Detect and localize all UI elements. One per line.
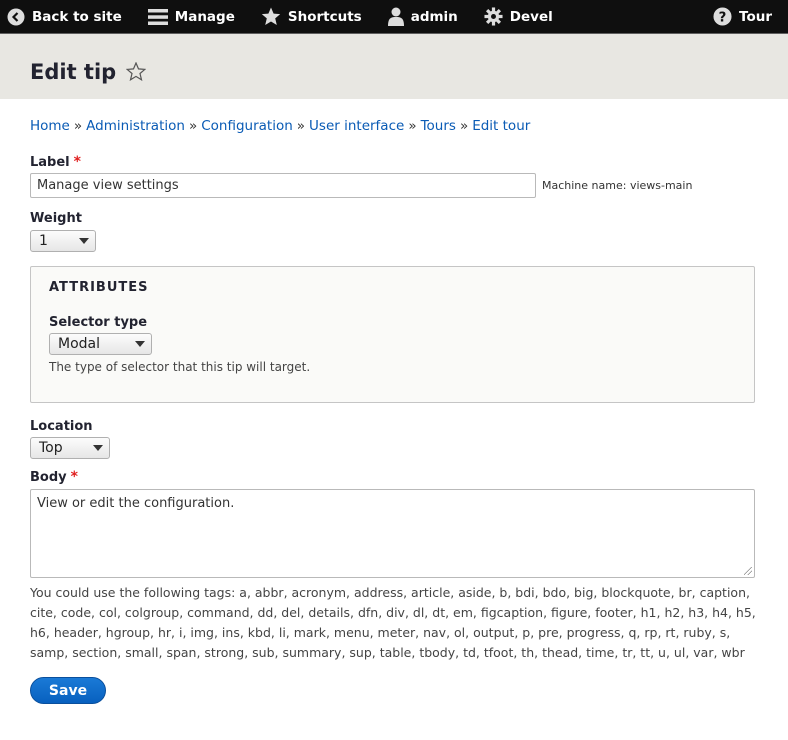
label-input[interactable]: [30, 173, 536, 198]
shortcuts-label: Shortcuts: [287, 8, 362, 25]
shortcut-star-icon[interactable]: [126, 62, 147, 81]
main-content: Home» Administration» Configuration» User i…: [0, 118, 788, 704]
machine-name: Machine name: views-main: [542, 179, 693, 192]
breadcrumb-user-interface[interactable]: User interface: [309, 118, 404, 134]
breadcrumb-edit-tour[interactable]: Edit tour: [472, 118, 530, 134]
user-icon: [387, 7, 404, 26]
admin-toolbar: Back to site Manage Shortcuts admin Deve…: [0, 0, 788, 33]
chevron-down-icon: [93, 445, 103, 451]
weight-select[interactable]: 1: [30, 230, 96, 252]
star-icon: [261, 7, 281, 25]
manage-menu[interactable]: Manage: [147, 0, 235, 33]
hamburger-icon: [147, 8, 168, 25]
back-to-site-label: Back to site: [32, 8, 122, 25]
devel-label: Devel: [509, 8, 553, 25]
user-label: admin: [410, 8, 458, 25]
label-field-title: Label *: [30, 154, 756, 170]
toolbar-left: Back to site Manage Shortcuts admin Deve…: [7, 0, 579, 33]
page-title: Edit tip: [30, 59, 117, 84]
location-field: Location Top: [30, 419, 756, 459]
user-menu[interactable]: admin: [387, 0, 458, 33]
weight-select-value: 1: [39, 233, 48, 249]
breadcrumb-tours[interactable]: Tours: [421, 118, 456, 134]
devel-menu[interactable]: Devel: [484, 0, 553, 33]
label-field-title-text: Label: [30, 155, 70, 170]
selector-type-value: Modal: [58, 336, 100, 352]
body-field-title-text: Body: [30, 470, 67, 485]
chevron-down-icon: [135, 341, 145, 347]
back-to-site-link[interactable]: Back to site: [7, 0, 122, 33]
breadcrumb-separator: »: [459, 118, 469, 134]
svg-text:?: ?: [719, 10, 727, 25]
selector-type-label: Selector type: [49, 315, 148, 330]
help-icon: ?: [713, 7, 732, 26]
body-textarea-value: View or edit the configuration.: [37, 496, 235, 511]
attributes-fieldset: ATTRIBUTES Selector type Modal The type …: [30, 266, 755, 403]
location-select-value: Top: [39, 440, 63, 456]
breadcrumb-separator: »: [73, 118, 83, 134]
save-button[interactable]: Save: [30, 677, 106, 704]
resize-handle-icon[interactable]: [744, 567, 752, 575]
weight-field: Weight 1: [30, 211, 756, 252]
gear-icon: [484, 7, 503, 26]
body-field-title: Body *: [30, 469, 756, 485]
breadcrumb-configuration[interactable]: Configuration: [201, 118, 293, 134]
label-input-row: Machine name: views-main: [30, 173, 756, 198]
body-field: Body * View or edit the configuration. Yo…: [30, 469, 756, 663]
breadcrumb-separator: »: [188, 118, 198, 134]
label-field: Label* Machine name: views-main: [30, 154, 756, 198]
selector-type-field: Selector type Modal The type of selector…: [49, 315, 736, 374]
body-textarea[interactable]: View or edit the configuration.: [30, 489, 755, 578]
shortcuts-menu[interactable]: Shortcuts: [261, 0, 362, 33]
location-select[interactable]: Top: [30, 437, 110, 459]
manage-label: Manage: [174, 8, 235, 25]
chevron-down-icon: [79, 238, 89, 244]
tour-label: Tour: [739, 8, 772, 25]
selector-type-select[interactable]: Modal: [49, 333, 152, 355]
selector-type-description: The type of selector that this tip will …: [49, 360, 311, 374]
breadcrumb: Home» Administration» Configuration» User i…: [30, 118, 756, 134]
required-marker: *: [70, 469, 78, 485]
back-arrow-icon: [7, 8, 25, 25]
page-header: Edit tip: [0, 33, 788, 99]
breadcrumb-separator: »: [296, 118, 306, 134]
tour-button[interactable]: ? Tour: [713, 0, 772, 33]
toolbar-right: ? Tour: [713, 0, 772, 33]
location-label: Location: [30, 419, 93, 434]
allowed-tags-help: You could use the following tags: a, abb…: [30, 585, 756, 660]
breadcrumb-home[interactable]: Home: [30, 118, 70, 134]
breadcrumb-administration[interactable]: Administration: [86, 118, 185, 134]
breadcrumb-separator: »: [408, 118, 417, 134]
attributes-legend: ATTRIBUTES: [49, 280, 149, 295]
weight-label: Weight: [30, 211, 82, 226]
required-marker: *: [73, 154, 81, 170]
